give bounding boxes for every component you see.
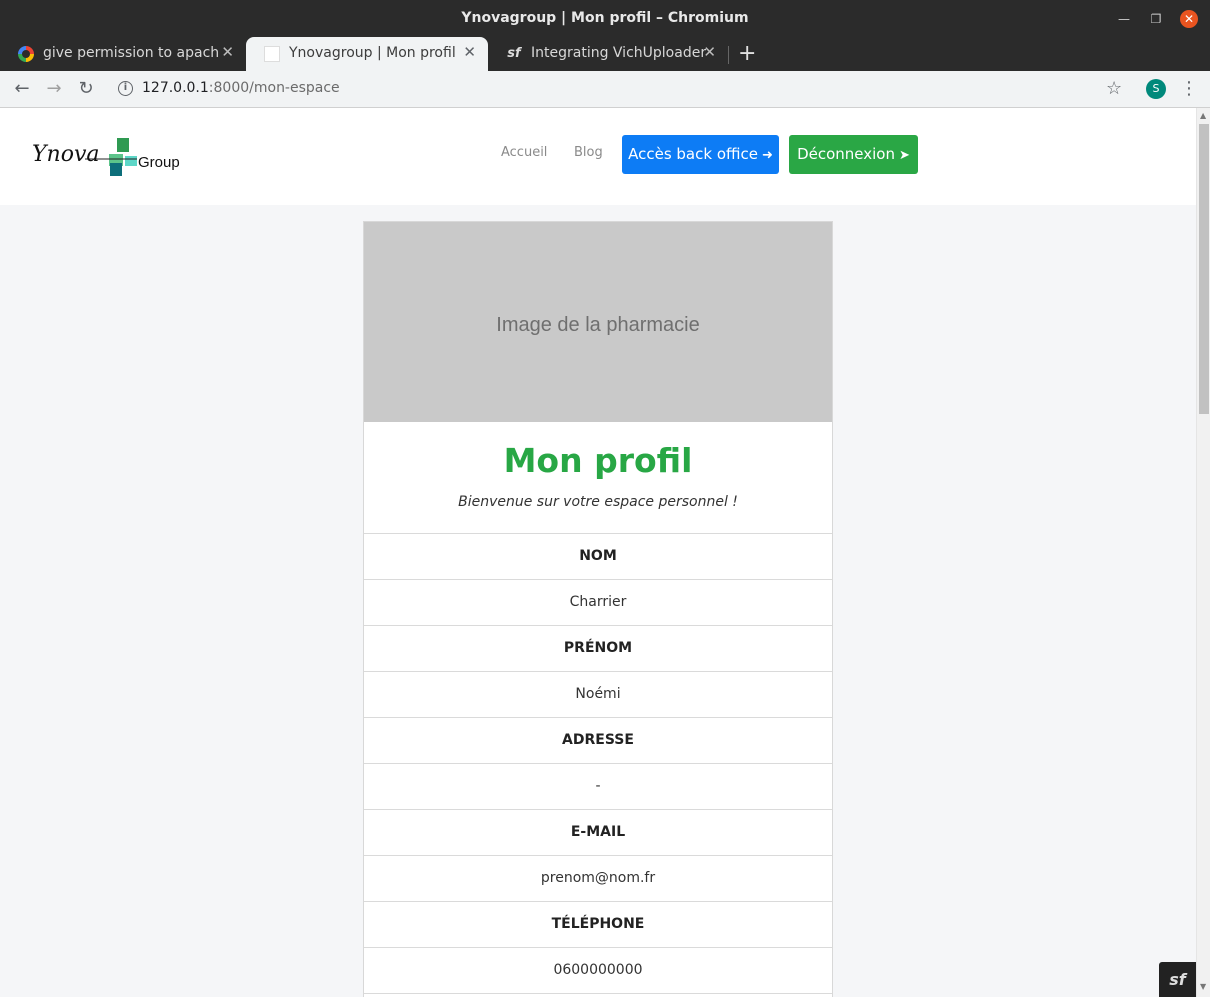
logout-button-label: Déconnexion xyxy=(797,145,895,163)
nav-link-blog[interactable]: Blog xyxy=(574,145,603,160)
google-icon xyxy=(18,46,34,62)
minimize-icon[interactable]: — xyxy=(1115,10,1133,28)
logo-group-text: Group xyxy=(138,154,180,171)
window-titlebar: Ynovagroup | Mon profil – Chromium — ❐ ✕ xyxy=(0,0,1210,37)
field-value-telephone: 0600000000 xyxy=(364,947,832,993)
ynova-favicon xyxy=(264,46,280,62)
tab-strip: give permission to apache ✕ Ynovagroup |… xyxy=(0,37,1210,71)
close-tab-icon[interactable]: ✕ xyxy=(703,43,716,61)
logo-text: Ynova xyxy=(32,142,100,167)
sign-in-icon: ➜ xyxy=(761,148,773,163)
profile-card: Image de la pharmacie Mon profil Bienven… xyxy=(363,221,833,997)
tab-mon-profil[interactable]: Ynovagroup | Mon profil ✕ xyxy=(246,37,488,71)
back-arrow-icon[interactable]: ← xyxy=(10,78,34,99)
url-host: 127.0.0.1 xyxy=(142,80,209,96)
paper-plane-icon: ➤ xyxy=(899,148,910,163)
image-placeholder-text: Image de la pharmacie xyxy=(496,314,700,336)
vertical-scrollbar[interactable]: ▲ ▼ xyxy=(1196,108,1210,997)
tab-label: Integrating VichUploader xyxy=(531,45,706,61)
logout-button[interactable]: Déconnexion ➤ xyxy=(789,135,918,174)
nav-link-accueil[interactable]: Accueil xyxy=(501,145,547,160)
url-text[interactable]: 127.0.0.1:8000/mon-espace xyxy=(142,80,340,96)
page-title: Mon profil xyxy=(503,441,693,480)
close-tab-icon[interactable]: ✕ xyxy=(463,43,476,61)
field-value-nom: Charrier xyxy=(364,579,832,625)
symfony-debug-toolbar-icon[interactable]: sf xyxy=(1159,962,1196,997)
tab-label: Ynovagroup | Mon profil xyxy=(289,45,456,61)
symfony-icon: sf xyxy=(507,46,521,61)
site-header: Ynova Group Accueil Blog Accès back offi… xyxy=(0,108,1196,205)
reload-icon[interactable]: ↻ xyxy=(74,78,98,99)
table-row xyxy=(364,993,832,997)
field-value-email: prenom@nom.fr xyxy=(364,855,832,901)
field-value-prenom: Noémi xyxy=(364,671,832,717)
address-bar[interactable]: i 127.0.0.1:8000/mon-espace xyxy=(108,75,1138,103)
scrollbar-thumb[interactable] xyxy=(1199,124,1209,414)
field-value-adresse: - xyxy=(364,763,832,809)
new-tab-icon[interactable]: + xyxy=(738,41,756,66)
welcome-subtitle: Bienvenue sur votre espace personnel ! xyxy=(458,494,738,510)
backoffice-button[interactable]: Accès back office ➜ xyxy=(622,135,779,174)
tab-give-permission[interactable]: give permission to apache ✕ xyxy=(0,37,246,71)
close-tab-icon[interactable]: ✕ xyxy=(221,43,234,61)
forward-arrow-icon[interactable]: → xyxy=(42,78,66,99)
bookmark-star-icon[interactable]: ☆ xyxy=(1106,78,1122,99)
field-label-telephone: TÉLÉPHONE xyxy=(364,901,832,947)
scroll-down-arrow-icon[interactable]: ▼ xyxy=(1200,982,1206,991)
field-label-prenom: PRÉNOM xyxy=(364,625,832,671)
tab-vichuploader[interactable]: sf Integrating VichUploader ✕ xyxy=(488,37,728,71)
pharmacy-image-placeholder: Image de la pharmacie xyxy=(364,222,832,422)
maximize-icon[interactable]: ❐ xyxy=(1147,10,1165,28)
browser-toolbar: ← → ↻ i 127.0.0.1:8000/mon-espace ☆ S ⋮ xyxy=(0,71,1210,108)
kebab-menu-icon[interactable]: ⋮ xyxy=(1180,78,1198,99)
page-viewport: Ynova Group Accueil Blog Accès back offi… xyxy=(0,108,1196,997)
scroll-up-arrow-icon[interactable]: ▲ xyxy=(1200,111,1206,120)
info-icon[interactable]: i xyxy=(118,81,133,96)
url-path: :8000/mon-espace xyxy=(208,80,340,96)
close-window-icon[interactable]: ✕ xyxy=(1180,10,1198,28)
window-title: Ynovagroup | Mon profil – Chromium xyxy=(461,10,749,26)
ynova-logo[interactable]: Ynova Group xyxy=(30,136,200,178)
profile-avatar[interactable]: S xyxy=(1146,79,1166,99)
backoffice-button-label: Accès back office xyxy=(628,145,758,163)
tab-separator xyxy=(728,46,729,64)
tab-label: give permission to apache xyxy=(43,45,218,61)
field-label-adresse: ADRESSE xyxy=(364,717,832,763)
field-label-nom: NOM xyxy=(364,533,832,579)
field-label-email: E-MAIL xyxy=(364,809,832,855)
